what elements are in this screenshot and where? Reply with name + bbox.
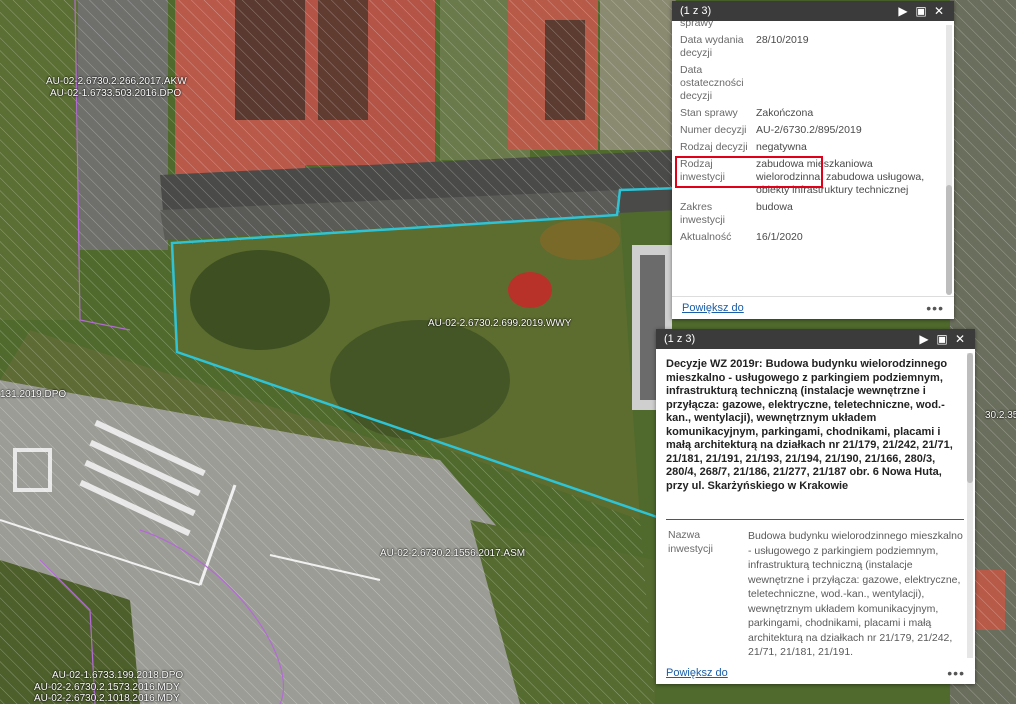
map-label: 30.2.35 (985, 410, 1016, 421)
attribute-key: sprawy (680, 21, 714, 29)
attribute-row: Data wydania decyzji 28/10/2019 (680, 32, 942, 62)
divider (666, 519, 964, 520)
attribute-value: negatywna (756, 141, 807, 153)
popup-header: (1 z 3) ▶ ▣ ✕ (656, 329, 975, 349)
attribute-value: budowa (756, 201, 793, 213)
scrollbar-thumb[interactable] (967, 353, 973, 483)
attribute-key: Data ostateczności decyzji (680, 64, 744, 102)
popup-page-counter: (1 z 3) (664, 333, 696, 345)
map-label: AU-02-1.6733.199.2018.DPO (52, 670, 184, 681)
attribute-row-highlighted: Rodzaj decyzji negatywna (680, 139, 942, 156)
attribute-row: Zakres inwestycji budowa (680, 199, 942, 229)
popup-footer: Powiększ do ••• (656, 662, 975, 684)
play-icon[interactable]: ▶ (894, 2, 912, 20)
attribute-row: Stan sprawy Zakończona (680, 105, 942, 122)
attribute-value: AU-2/6730.2/895/2019 (756, 124, 862, 136)
attribute-value: 28/10/2019 (756, 34, 809, 46)
attribute-key: Aktualność (680, 231, 732, 243)
close-icon[interactable]: ✕ (951, 330, 969, 348)
scrollbar-thumb[interactable] (946, 185, 952, 295)
attribute-row: Aktualność 16/1/2020 (680, 229, 942, 246)
more-options-icon[interactable]: ••• (926, 300, 944, 316)
map-label: 131.2019.DPO (0, 389, 67, 400)
map-label: AU-02-2.6730.2.266.2017.AKW (46, 76, 187, 87)
attribute-value: 16/1/2020 (756, 231, 803, 243)
attribute-value (754, 62, 942, 105)
popup-page-counter: (1 z 3) (680, 5, 712, 17)
zoom-to-link[interactable]: Powiększ do (666, 667, 728, 679)
attribute-key: Data wydania decyzji (680, 34, 744, 59)
info-popup-wz-decision[interactable]: (1 z 3) ▶ ▣ ✕ Decyzje WZ 2019r: Budowa b… (656, 329, 975, 684)
attribute-row: Data ostateczności decyzji (680, 62, 942, 105)
attribute-row: sprawy (680, 21, 942, 32)
attribute-key: Stan sprawy (680, 107, 738, 119)
popup-footer: Powiększ do ••• (672, 296, 954, 319)
map-label: AU-02-2.6730.2.699.2019.WWY (428, 318, 572, 329)
popup-title: Decyzje WZ 2019r: Budowa budynku wieloro… (666, 358, 953, 492)
attribute-row: Numer decyzji AU-2/6730.2/895/2019 (680, 122, 942, 139)
info-popup-decision-details[interactable]: (1 z 3) ▶ ▣ ✕ sprawy Data wydania decyzj… (672, 1, 954, 319)
highlight-box (675, 156, 823, 188)
map-label: AU-02-2.6730.2.1018.2016.MDY (34, 693, 180, 704)
attribute-key: Zakres inwestycji (680, 201, 725, 226)
map-label: AU-02-1.6733.503.2016.DPO (50, 88, 182, 99)
attribute-key: Rodzaj decyzji (680, 141, 748, 153)
attribute-value: Budowa budynku wielorodzinnego mieszkaln… (748, 530, 963, 658)
maximize-icon[interactable]: ▣ (912, 2, 930, 20)
attribute-key: Numer decyzji (680, 124, 747, 136)
maximize-icon[interactable]: ▣ (933, 330, 951, 348)
attribute-key: Nazwa inwestycji (668, 529, 713, 555)
popup-header: (1 z 3) ▶ ▣ ✕ (672, 1, 954, 21)
popup-scrollbar[interactable] (967, 353, 973, 658)
popup-content[interactable]: Decyzje WZ 2019r: Budowa budynku wieloro… (656, 349, 975, 662)
play-icon[interactable]: ▶ (915, 330, 933, 348)
close-icon[interactable]: ✕ (930, 2, 948, 20)
map-label: AU-02-2.6730.2.1573.2016.MDY (34, 682, 180, 693)
map-label: AU-02-2.6730.2.1556.2017.ASM (380, 548, 526, 559)
more-options-icon[interactable]: ••• (947, 665, 965, 681)
attribute-value: Zakończona (756, 107, 814, 119)
popup-scrollbar[interactable] (946, 25, 952, 295)
attributes-table: sprawy Data wydania decyzji 28/10/2019 Da… (680, 21, 942, 246)
attribute-value (754, 21, 942, 32)
zoom-to-link[interactable]: Powiększ do (682, 302, 744, 314)
